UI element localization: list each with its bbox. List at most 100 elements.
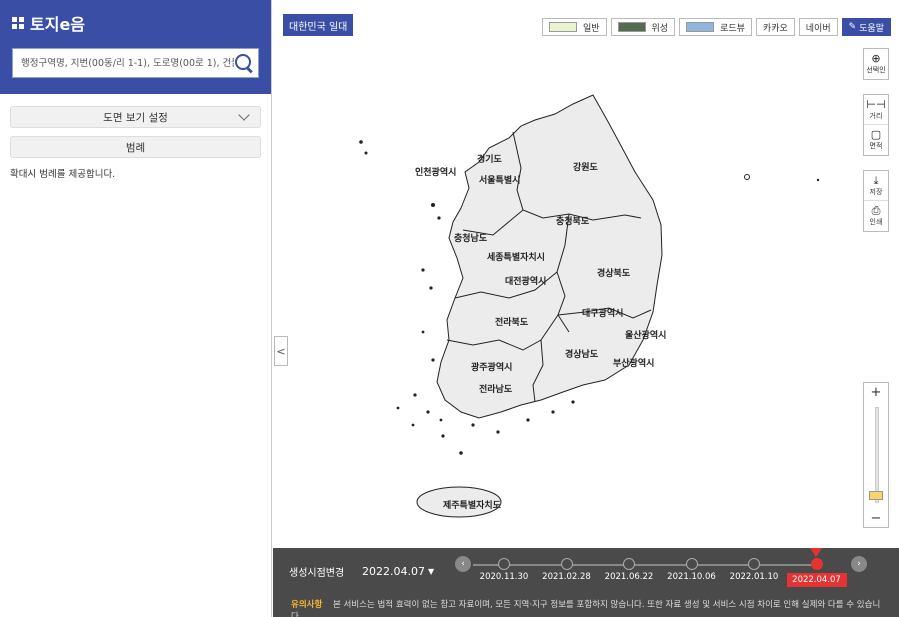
map-settings-toggle[interactable]: 도면 보기 설정 [10,106,261,128]
label-gyeongnam: 경상남도 [565,348,599,360]
distance-tool-button[interactable]: ⊢⊣ 거리 [864,95,888,125]
map-type-label: 일반 [582,23,600,34]
legend-header[interactable]: 범례 [10,136,261,158]
timeline-date-label[interactable]: 2021.10.06 [662,572,722,582]
logo-mark-icon [12,17,24,29]
timeline-point[interactable] [810,558,823,570]
label-seoul: 서울특별시 [479,174,520,186]
sidebar: 토지e음 도면 보기 설정 범례 확대시 범례를 제공합니다. [0,0,272,617]
notice-banner: 유의사항 본 서비스는 법적 효력이 없는 참고 자료이며, 모든 지역·지구 … [291,598,883,617]
download-icon: ⤓ [873,173,879,187]
label-chungbuk: 충청북도 [556,215,590,227]
map-canvas[interactable]: 대한민국 일대 일반 위성 로드뷰 카카오 네이버 ✎ 도움말 ⊕ 선택인 ⊢⊣… [273,0,899,548]
map-type-toolbar: 일반 위성 로드뷰 카카오 네이버 ✎ 도움말 [541,18,891,36]
timeline-date-select[interactable]: 2022.04.07 ▼ [360,561,434,581]
timeline-date-label[interactable]: 2021.06.22 [599,572,659,582]
map-type-label: 카카오 [762,23,788,34]
pencil-icon: ✎ [848,22,857,32]
chevron-left-icon: < [276,344,286,358]
timeline-date-label[interactable]: 2022.04.07 [786,573,847,587]
print-icon: ⎙ [871,204,881,217]
label-jeju: 제주특별자치도 [443,499,502,511]
timeline-point[interactable] [498,558,510,570]
label-jeonbuk: 전라북도 [495,316,529,328]
map-thumbnail-satellite-icon [617,22,646,32]
ruler-icon: ⊢⊣ [866,97,886,111]
tool-label: 인쇄 [869,218,883,226]
tool-group-output: ⤓ 저장 ⎙ 인쇄 [863,170,889,232]
map-type-general[interactable]: 일반 [541,18,607,36]
notice-tag: 유의사항 [291,600,323,610]
sidebar-collapse-button[interactable]: < [274,336,288,366]
zoom-control: + − [863,382,889,528]
timeline-current-marker-icon [810,548,822,557]
timeline-date-label[interactable]: 2020.11.30 [474,572,534,582]
chevron-left-icon: ‹ [461,559,465,569]
chevron-right-icon: › [857,559,861,569]
timeline-point[interactable] [748,558,760,570]
chevron-down-icon: ▼ [427,566,435,576]
save-tool-button[interactable]: ⤓ 저장 [864,171,888,201]
map-type-naver[interactable]: 네이버 [798,18,838,36]
chevron-down-icon [238,109,250,121]
map-type-roadview[interactable]: 로드뷰 [679,18,752,36]
label-incheon: 인천광역시 [415,166,456,178]
map-type-satellite[interactable]: 위성 [610,18,676,36]
label-busan: 부산광역시 [613,357,654,369]
zoom-in-button[interactable]: + [864,383,888,401]
label-daejeon: 대전광역시 [505,275,546,287]
logo-text: 토지e음 [30,15,86,34]
select-tool-button[interactable]: ⊕ 선택인 [864,49,888,79]
zoom-slider-track[interactable] [875,407,879,503]
area-tool-button[interactable]: ▢ 면적 [864,125,888,155]
timeline-track [473,564,821,566]
legend-note: 확대시 범례를 제공합니다. [10,169,116,180]
map-type-label: 위성 [651,23,669,34]
label-gyeonggi: 경기도 [477,153,503,165]
map-settings-label: 도면 보기 설정 [103,111,168,124]
label-sejong: 세종특별자치시 [487,251,545,263]
print-tool-button[interactable]: ⎙ 인쇄 [864,201,888,231]
notice-text: 본 서비스는 법적 효력이 없는 참고 자료이며, 모든 지역·지구 정보를 포… [291,600,881,617]
app-logo[interactable]: 토지e음 [12,12,259,34]
map-type-kakao[interactable]: 카카오 [755,18,795,36]
search-icon[interactable] [234,53,254,73]
timeline-date-label[interactable]: 2021.02.28 [537,572,597,582]
timeline-point[interactable] [623,558,635,570]
plus-circle-icon: ⊕ [871,52,881,65]
tool-group-measure: ⊢⊣ 거리 ▢ 면적 [863,94,889,156]
tool-label: 면적 [869,142,883,150]
label-jeonnam: 전라남도 [479,383,513,395]
tool-label: 저장 [869,187,883,196]
tool-group-select: ⊕ 선택인 [863,48,889,80]
timeline-prev-button[interactable]: ‹ [455,556,471,572]
label-gangwon: 강원도 [573,161,599,173]
korea-province-map[interactable]: 경기도 인천광역시 서울특별시 강원도 충청북도 충청남도 세종특별자치시 대전… [273,40,833,540]
timeline-next-button[interactable]: › [851,556,867,572]
tool-label: 선택인 [866,66,886,74]
label-gwangju: 광주광역시 [471,361,512,373]
zoom-slider-handle[interactable] [869,491,883,500]
zoom-out-button[interactable]: − [864,509,888,527]
sidebar-header: 토지e음 [0,0,271,94]
map-type-label: 네이버 [805,23,831,34]
label-daegu: 대구광역시 [582,307,623,319]
label-chungnam: 충청남도 [454,232,488,244]
timeline-bar: 생성시점변경 2022.04.07 ▼ ‹ › 2020.11.30 2021.0… [273,548,899,617]
app-root: 토지e음 도면 보기 설정 범례 확대시 범례를 제공합니다. 대한민국 일대 … [0,0,899,617]
help-button[interactable]: ✎ 도움말 [841,18,891,36]
timeline-label: 생성시점변경 [289,568,345,579]
search-input[interactable] [21,57,234,69]
timeline-date-label[interactable]: 2022.01.10 [724,572,784,582]
map-type-label: 로드뷰 [720,23,745,34]
search-box [12,48,259,78]
region-label: 대한민국 일대 [283,14,354,36]
map-thumbnail-roadview-icon [686,22,715,32]
timeline-point[interactable] [685,558,698,570]
help-label: 도움말 [859,23,884,34]
timeline-point[interactable] [560,558,573,570]
label-ulsan: 울산광역시 [625,329,666,341]
timeline-selected-date: 2022.04.07 [362,564,425,578]
label-gyeongbuk: 경상북도 [597,267,631,279]
sidebar-body: 도면 보기 설정 범례 확대시 범례를 제공합니다. [0,94,271,180]
